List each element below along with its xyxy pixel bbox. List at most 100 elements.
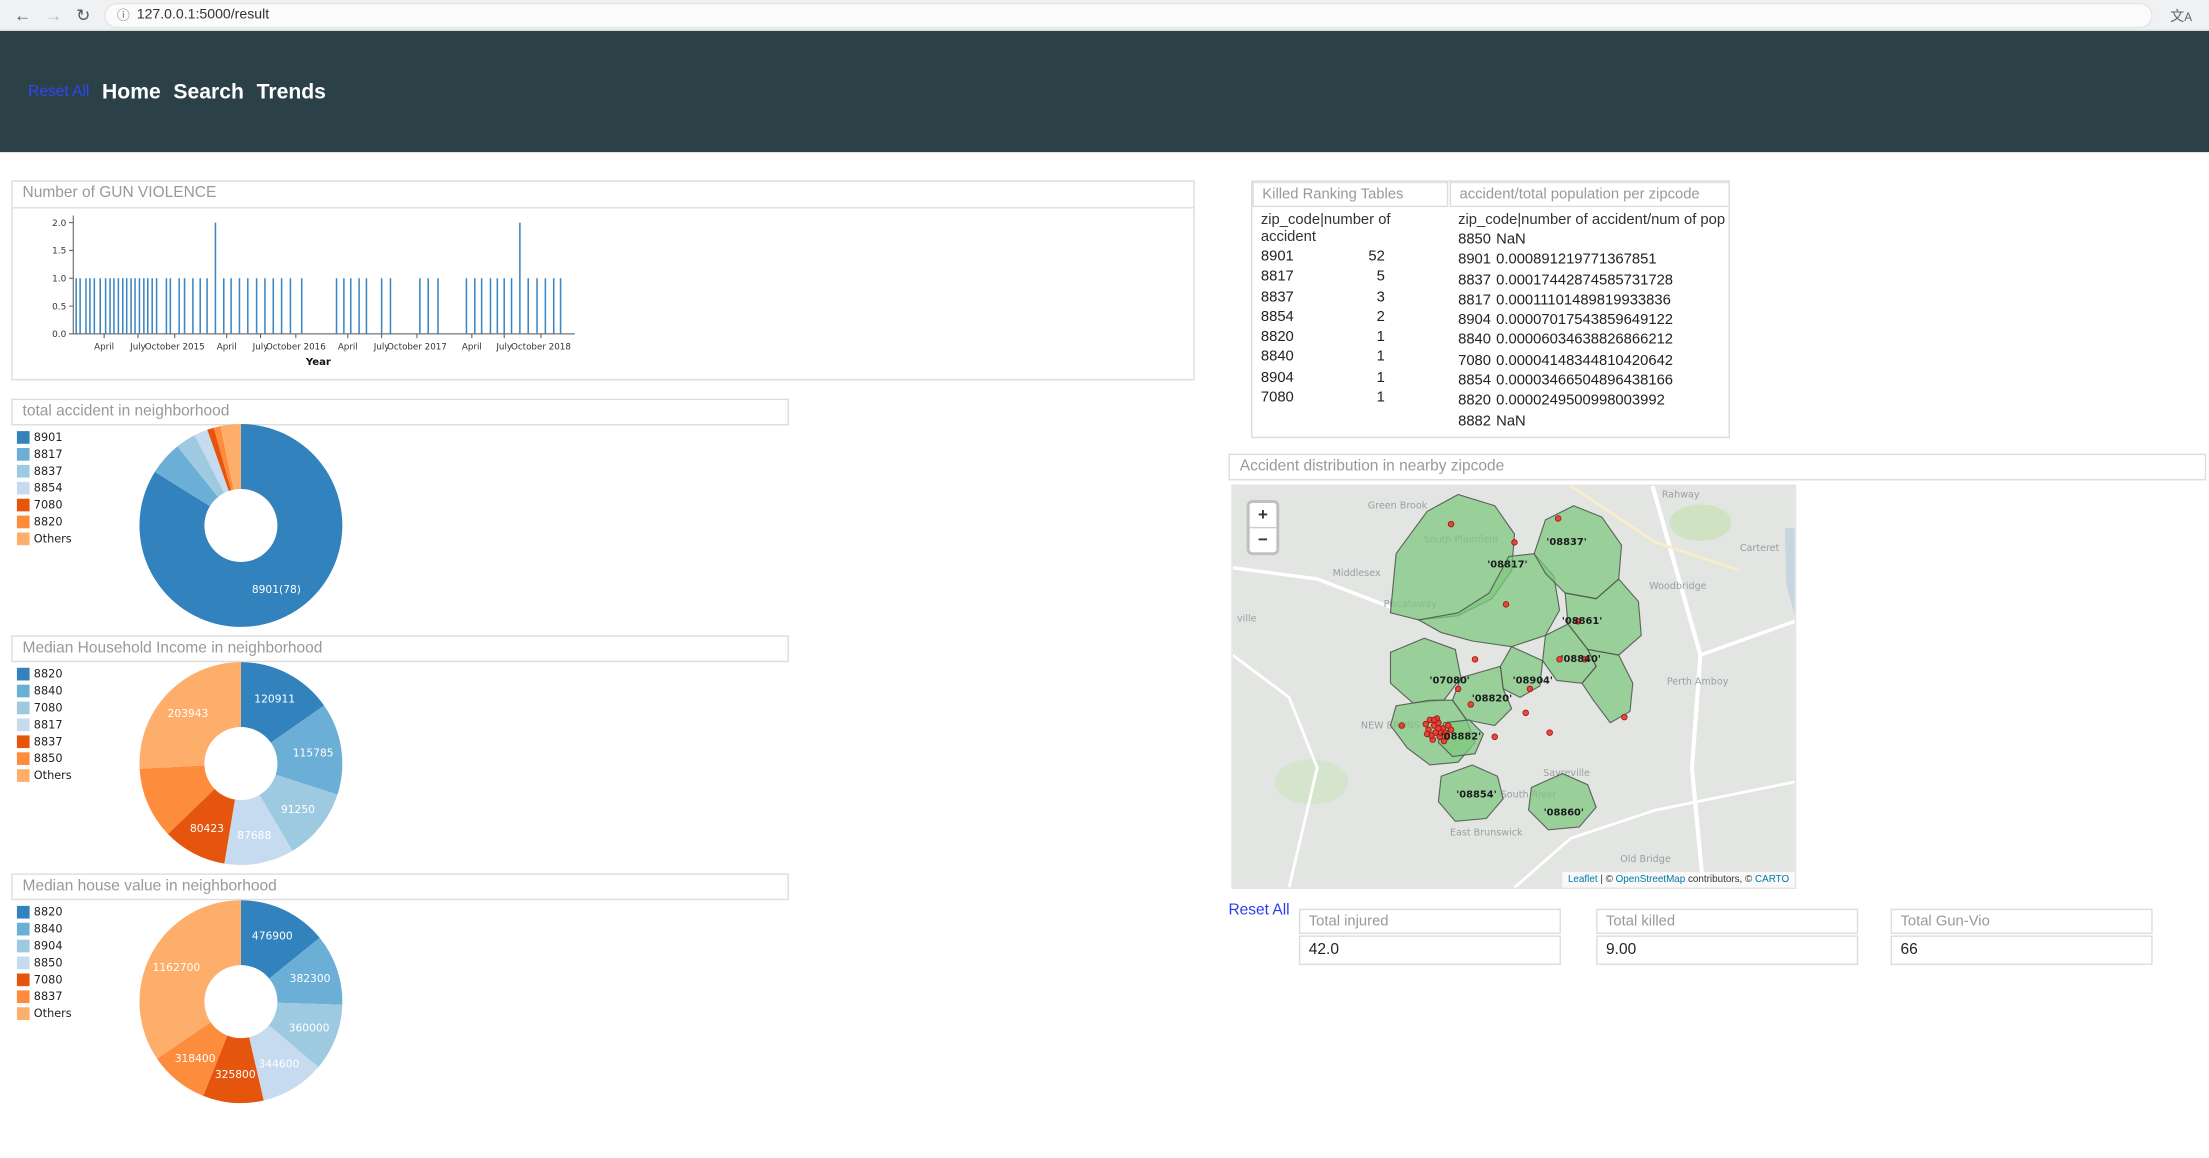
accident-dot[interactable] — [1522, 709, 1529, 717]
reset-all-link[interactable]: Reset All — [1228, 902, 1289, 919]
svg-text:October 2015: October 2015 — [145, 342, 205, 352]
gun-violence-panel-title: Number of GUN VIOLENCE — [12, 182, 1194, 209]
zipcode-label: '08904' — [1513, 675, 1553, 686]
value-cell: 0.00004148344810420642 — [1496, 351, 1674, 369]
accident-dot[interactable] — [1423, 730, 1431, 738]
map-road — [1699, 619, 1795, 657]
accident-dot[interactable] — [1546, 729, 1553, 736]
svg-text:October 2016: October 2016 — [266, 342, 326, 352]
value-cell: 52 — [1368, 247, 1385, 265]
value-cell: 1 — [1376, 388, 1385, 406]
donut-hole — [204, 488, 278, 562]
table-row: 8904 0.00007017543859649122 — [1450, 310, 1730, 330]
accident-dot[interactable] — [1554, 515, 1562, 522]
donut-hole — [204, 965, 278, 1039]
leaflet-link[interactable]: Leaflet — [1568, 875, 1598, 885]
ranking-tables-panel: Killed Ranking Tables zip_code|number of… — [1251, 180, 1731, 439]
svg-text:0.0: 0.0 — [52, 330, 66, 340]
zipcode-label: '08817' — [1487, 560, 1527, 571]
zip-code-cell: 7080 — [1260, 388, 1294, 406]
nav-item-home[interactable]: Home — [102, 80, 161, 104]
zip-code-cell: 8854 — [1260, 308, 1294, 326]
svg-text:1.5: 1.5 — [52, 247, 66, 257]
map-place-label: ville — [1237, 613, 1257, 624]
killed-ranking-title: Killed Ranking Tables — [1252, 181, 1449, 208]
forward-icon[interactable]: → — [45, 1, 62, 29]
slice-label: 325800 — [215, 1068, 256, 1081]
accident-dot[interactable] — [1526, 685, 1534, 693]
zipcode-label: '08837' — [1546, 537, 1586, 548]
accident-dot[interactable] — [1422, 720, 1429, 728]
map-water-patch — [1784, 528, 1795, 616]
page-info-icon[interactable]: ⓘ — [117, 6, 130, 24]
slice-label: 382300 — [290, 972, 331, 985]
accident-dot[interactable] — [1447, 520, 1455, 528]
accident-dot[interactable] — [1471, 656, 1479, 663]
svg-text:October 2017: October 2017 — [387, 342, 447, 352]
value-cell: 1 — [1376, 368, 1385, 386]
zip-code-cell: 8901 — [1260, 247, 1294, 265]
table-row: 8840 0.00006034638826866212 — [1450, 330, 1730, 350]
osm-link[interactable]: OpenStreetMap — [1616, 875, 1686, 885]
accident-dot[interactable] — [1435, 725, 1442, 732]
nav-item-search[interactable]: Search — [173, 80, 244, 104]
zipcode-polygon-zip-07080[interactable] — [1389, 637, 1462, 704]
slice-label: 91250 — [281, 803, 315, 816]
zipcode-label: '08861' — [1562, 616, 1602, 627]
reload-icon[interactable]: ↻ — [76, 1, 90, 29]
attribution-text: contributors, © — [1685, 874, 1756, 885]
zip-code-cell: 8850 — [1458, 231, 1492, 248]
table-row: 8901 0.000891219771367851 — [1450, 250, 1730, 270]
house-value-pie-chart: 476900 382300 360000 344600325800 318400 1162… — [139, 900, 343, 1104]
accident-dot[interactable] — [1511, 539, 1518, 546]
map-place-label: Woodbridge — [1649, 581, 1706, 592]
nav-item-trends[interactable]: Trends — [257, 80, 326, 104]
house-value-panel-title: Median house value in neighborhood — [11, 873, 789, 901]
svg-text:Year: Year — [305, 357, 331, 368]
value-cell: 2 — [1376, 308, 1385, 326]
map-zoom-control: + − — [1246, 500, 1280, 556]
total-accident-pie-chart: 8901(78) — [139, 424, 343, 627]
value-cell: 5 — [1376, 268, 1385, 285]
zip-code-cell: 8817 — [1458, 291, 1492, 309]
table-row: 8817 5 — [1252, 267, 1448, 287]
value-cell: 0.00007017543859649122 — [1496, 311, 1674, 329]
gun-violence-chart: 2.01.51.00.50.0April JulyOctober 2015 Apri… — [52, 215, 575, 368]
carto-link[interactable]: CARTO — [1755, 875, 1789, 885]
stat-total-injured-value: 42.0 — [1298, 935, 1561, 966]
zip-code-cell: 8820 — [1260, 328, 1294, 346]
slice-label: 360000 — [289, 1022, 330, 1035]
url-bar[interactable]: ⓘ 127.0.0.1:5000/result — [104, 2, 2154, 28]
svg-text:October 2018: October 2018 — [511, 342, 571, 352]
leaflet-map[interactable]: Green Brook Rahway Carteret Woodbridge Middl… — [1231, 484, 1797, 889]
zip-code-cell: 8901 — [1458, 251, 1492, 269]
zipcode-polygon-zip-08904[interactable] — [1499, 645, 1544, 698]
table-row: 8817 0.00011101489819933836 — [1450, 290, 1730, 310]
stat-total-injured-label: Total injured — [1298, 908, 1561, 935]
zoom-out-button[interactable]: − — [1249, 526, 1277, 552]
accident-dot[interactable] — [1430, 716, 1438, 724]
accident-dot[interactable] — [1454, 685, 1462, 693]
table-row: 8840 1 — [1252, 347, 1448, 367]
value-cell: 0.00017442874585731728 — [1496, 271, 1674, 289]
map-panel-title: Accident distribution in nearby zipcode — [1228, 453, 2207, 481]
zoom-in-button[interactable]: + — [1250, 503, 1277, 527]
back-icon[interactable]: ← — [14, 1, 31, 29]
zipcode-label: '08860' — [1544, 808, 1584, 819]
accident-dot[interactable] — [1398, 722, 1405, 729]
accident-dot[interactable] — [1491, 733, 1498, 741]
zipcode-polygon-zip-08860[interactable] — [1527, 772, 1597, 831]
slice-label: 87688 — [237, 829, 271, 842]
table-row: 8850 NaN — [1450, 230, 1730, 250]
translate-icon[interactable]: 文A — [2170, 4, 2192, 25]
accident-pop-header: zip_code|number of accident/num of pop — [1458, 211, 1726, 229]
accident-dot[interactable] — [1502, 601, 1510, 608]
accident-dot[interactable] — [1621, 713, 1628, 721]
navbar-reset-all-link[interactable]: Reset All — [28, 83, 89, 100]
value-cell: 0.00006034638826866212 — [1496, 331, 1674, 349]
svg-text:July: July — [129, 342, 146, 352]
bars — [75, 222, 562, 334]
total-accident-panel-title: total accident in neighborhood — [11, 398, 789, 426]
table-row: 8904 1 — [1252, 367, 1448, 387]
stat-total-gunvio-value: 66 — [1890, 935, 2153, 966]
